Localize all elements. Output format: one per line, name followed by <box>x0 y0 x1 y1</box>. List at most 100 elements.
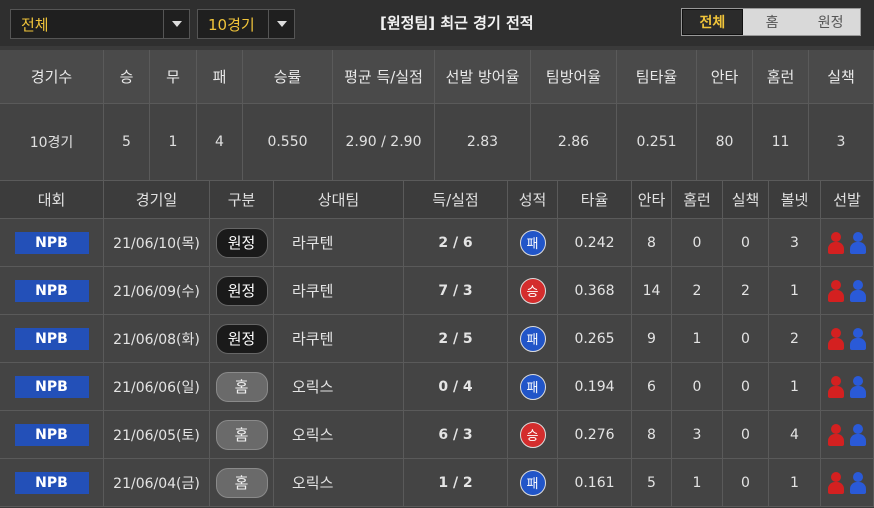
person-head <box>831 231 841 242</box>
summary-header-cell: 무 <box>150 50 197 104</box>
league-badge[interactable]: NPB <box>14 327 89 350</box>
date-cell: 21/06/06(일) <box>104 363 210 411</box>
opponent-cell[interactable]: 오릭스 <box>274 411 404 459</box>
summary-header-cell: 승률 <box>243 50 333 104</box>
person-blue-icon[interactable] <box>848 327 868 351</box>
games-header-cell: 실책 <box>723 181 769 219</box>
person-red-icon[interactable] <box>826 327 846 351</box>
summary-header-cell: 선발 방어율 <box>435 50 531 104</box>
home-runs-cell: 1 <box>672 459 723 507</box>
venue-badge: 홈 <box>215 419 268 450</box>
opponent-cell[interactable]: 라쿠텐 <box>274 219 404 267</box>
summary-header-cell: 승 <box>104 50 150 104</box>
result-badge: 승 <box>519 421 546 448</box>
score-cell: 1 / 2 <box>404 459 508 507</box>
person-blue-icon[interactable] <box>848 471 868 495</box>
batting-avg-cell: 0.276 <box>558 411 632 459</box>
person-body <box>828 241 844 254</box>
result-badge: 패 <box>519 469 546 496</box>
person-red-icon[interactable] <box>826 423 846 447</box>
games-header-cell: 득/실점 <box>404 181 508 219</box>
starter-cell <box>821 267 874 315</box>
team-filter-select[interactable]: 전체 <box>10 9 190 39</box>
person-blue-icon[interactable] <box>848 423 868 447</box>
batting-avg-cell: 0.368 <box>558 267 632 315</box>
starter-icons <box>826 231 868 255</box>
summary-value-cell: 2.86 <box>531 104 617 181</box>
result-cell: 패 <box>508 363 558 411</box>
starter-icons <box>826 327 868 351</box>
games-header-cell: 대회 <box>0 181 104 219</box>
league-badge[interactable]: NPB <box>14 471 89 494</box>
team-filter-dropdown-toggle[interactable] <box>163 10 189 38</box>
person-body <box>850 385 866 398</box>
date-cell: 21/06/09(수) <box>104 267 210 315</box>
opponent-cell[interactable]: 오릭스 <box>274 363 404 411</box>
starter-icons <box>826 279 868 303</box>
person-red-icon[interactable] <box>826 279 846 303</box>
summary-table: 경기수 승 무 패 승률 평균 득/실점 선발 방어율 팀방어율 팀타율 안타 홈런 실책 10경기 5… <box>0 50 874 181</box>
person-body <box>828 481 844 494</box>
summary-value-cell: 4 <box>197 104 243 181</box>
person-blue-icon[interactable] <box>848 375 868 399</box>
hits-cell: 8 <box>632 219 672 267</box>
person-body <box>828 385 844 398</box>
summary-header-cell: 실책 <box>809 50 874 104</box>
summary-values-row: 10경기 5 1 4 0.550 2.90 / 2.90 2.83 2.86 0.251 80 11… <box>0 104 874 181</box>
batting-avg-cell: 0.194 <box>558 363 632 411</box>
summary-header-row: 경기수 승 무 패 승률 평균 득/실점 선발 방어율 팀방어율 팀타율 안타 홈런 실책 <box>0 50 874 104</box>
segment-away[interactable]: 원정 <box>801 9 860 35</box>
league-cell: NPB <box>0 219 104 267</box>
home-runs-cell: 1 <box>672 315 723 363</box>
starter-icons <box>826 471 868 495</box>
summary-value-cell: 0.550 <box>243 104 333 181</box>
games-header-cell: 구분 <box>210 181 274 219</box>
segment-all[interactable]: 전체 <box>682 9 743 35</box>
result-badge: 패 <box>519 373 546 400</box>
chevron-down-icon <box>276 21 287 27</box>
games-count-dropdown-toggle[interactable] <box>268 10 294 38</box>
league-badge[interactable]: NPB <box>14 375 89 398</box>
page-title: [원정팀] 최근 경기 전적 <box>380 14 534 32</box>
result-cell: 패 <box>508 315 558 363</box>
segment-home[interactable]: 홈 <box>743 9 802 35</box>
score-cell: 7 / 3 <box>404 267 508 315</box>
games-count-value: 10경기 <box>208 15 255 34</box>
person-blue-icon[interactable] <box>848 279 868 303</box>
starter-cell <box>821 459 874 507</box>
table-row: NPB 21/06/04(금) 홈 오릭스 1 / 2 패 0.161 5 1 0 1 <box>0 459 874 507</box>
person-blue-icon[interactable] <box>848 231 868 255</box>
venue-cell: 원정 <box>210 219 274 267</box>
league-cell: NPB <box>0 411 104 459</box>
batting-avg-cell: 0.265 <box>558 315 632 363</box>
venue-badge: 홈 <box>215 467 268 498</box>
opponent-cell[interactable]: 라쿠텐 <box>274 267 404 315</box>
summary-header-cell: 팀타율 <box>617 50 697 104</box>
person-head <box>853 423 863 434</box>
person-red-icon[interactable] <box>826 375 846 399</box>
person-body <box>850 433 866 446</box>
opponent-cell[interactable]: 오릭스 <box>274 459 404 507</box>
result-cell: 승 <box>508 267 558 315</box>
venue-badge: 원정 <box>215 275 268 306</box>
opponent-cell[interactable]: 라쿠텐 <box>274 315 404 363</box>
league-badge[interactable]: NPB <box>14 231 89 254</box>
date-cell: 21/06/04(금) <box>104 459 210 507</box>
date-cell: 21/06/05(토) <box>104 411 210 459</box>
league-cell: NPB <box>0 267 104 315</box>
games-count-select[interactable]: 10경기 <box>197 9 295 39</box>
person-body <box>850 289 866 302</box>
errors-cell: 0 <box>723 411 769 459</box>
table-row: NPB 21/06/06(일) 홈 오릭스 0 / 4 패 0.194 6 0 0 1 <box>0 363 874 411</box>
starter-cell <box>821 315 874 363</box>
hits-cell: 9 <box>632 315 672 363</box>
person-body <box>828 433 844 446</box>
person-head <box>831 423 841 434</box>
person-red-icon[interactable] <box>826 231 846 255</box>
league-badge[interactable]: NPB <box>14 423 89 446</box>
person-red-icon[interactable] <box>826 471 846 495</box>
league-badge[interactable]: NPB <box>14 279 89 302</box>
score-cell: 0 / 4 <box>404 363 508 411</box>
home-runs-cell: 0 <box>672 219 723 267</box>
games-header-cell: 상대팀 <box>274 181 404 219</box>
